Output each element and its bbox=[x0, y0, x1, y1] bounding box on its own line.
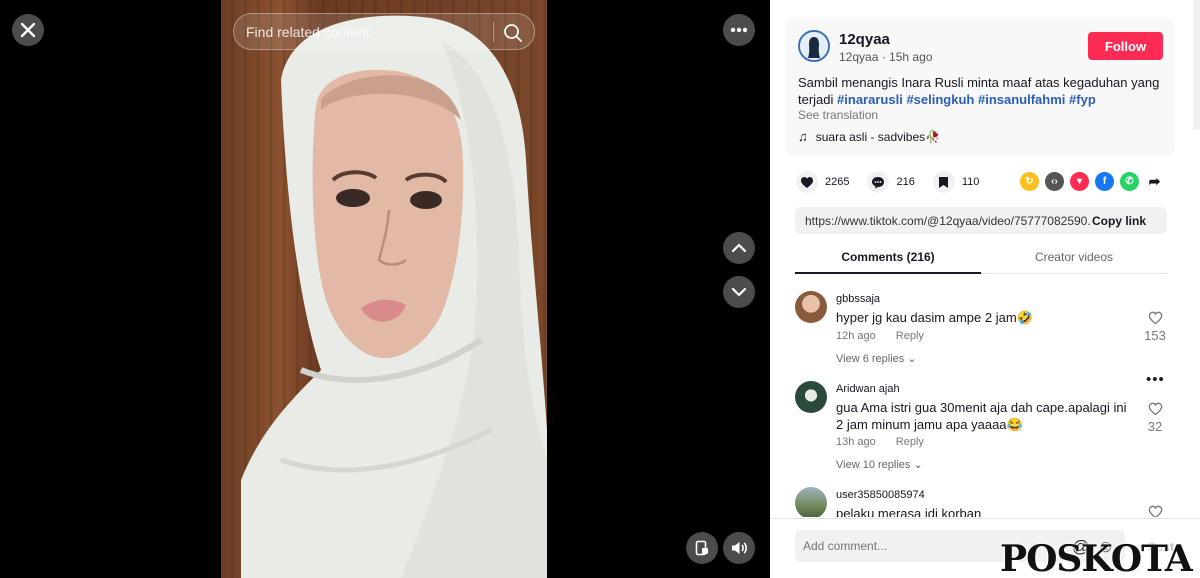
comment-meta: 13h ago Reply bbox=[836, 436, 924, 448]
repost-icon[interactable]: ↻ bbox=[1020, 172, 1039, 191]
comment-time: 12h ago bbox=[836, 330, 876, 342]
panel-scrollbar[interactable] bbox=[1193, 0, 1200, 130]
heart-outline-icon bbox=[1148, 505, 1162, 517]
save-count: 110 bbox=[961, 176, 980, 188]
next-video-button[interactable] bbox=[723, 276, 755, 308]
hashtag[interactable]: #insanulfahmi bbox=[978, 92, 1065, 107]
comment-list: gbbssaja hyper jg kau dasim ampe 2 jam🤣 … bbox=[770, 282, 1190, 517]
see-translation-link[interactable]: See translation bbox=[798, 108, 878, 122]
share-arrow-icon[interactable]: ➦ bbox=[1145, 172, 1164, 191]
commenter-username[interactable]: Aridwan ajah bbox=[836, 383, 900, 395]
comment-text: hyper jg kau dasim ampe 2 jam🤣 bbox=[836, 310, 1033, 325]
facebook-icon[interactable]: f bbox=[1095, 172, 1114, 191]
volume-button[interactable] bbox=[723, 532, 755, 564]
comment-count: 216 bbox=[896, 176, 915, 188]
copy-link-bar: https://www.tiktok.com/@12qyaa/video/757… bbox=[795, 207, 1167, 234]
hashtag[interactable]: #inararusli bbox=[837, 92, 903, 107]
chevron-down-icon: ⌄ bbox=[913, 459, 923, 471]
send-to-friends-icon[interactable]: ▾ bbox=[1070, 172, 1089, 191]
view-replies-label: View 6 replies bbox=[836, 353, 905, 365]
commenter-avatar[interactable] bbox=[795, 381, 827, 413]
comment-like-button[interactable] bbox=[1143, 505, 1167, 517]
more-options-button[interactable] bbox=[723, 14, 755, 46]
bookmark-icon bbox=[932, 171, 955, 193]
search-input[interactable] bbox=[246, 23, 486, 40]
author-username[interactable]: 12qyaa bbox=[839, 31, 890, 48]
more-horizontal-icon bbox=[730, 27, 748, 33]
video-player[interactable] bbox=[221, 0, 547, 578]
comment-action[interactable]: 216 bbox=[867, 171, 915, 193]
embed-icon[interactable]: ‹› bbox=[1045, 172, 1064, 191]
video-frame-image bbox=[241, 15, 547, 578]
search-bar[interactable] bbox=[233, 13, 535, 50]
close-icon bbox=[20, 22, 36, 38]
follow-button[interactable]: Follow bbox=[1088, 32, 1163, 60]
heart-outline-icon bbox=[1148, 402, 1162, 416]
author-avatar[interactable] bbox=[798, 30, 830, 62]
comment-like-button[interactable]: 32 bbox=[1143, 402, 1167, 434]
hashtag[interactable]: #fyp bbox=[1069, 92, 1096, 107]
comment-like-button[interactable]: 153 bbox=[1143, 311, 1167, 343]
like-count: 2265 bbox=[825, 176, 850, 188]
reply-button[interactable]: Reply bbox=[896, 330, 924, 342]
hashtag[interactable]: #selingkuh bbox=[906, 92, 974, 107]
commenter-avatar[interactable] bbox=[795, 487, 827, 517]
floating-player-icon bbox=[695, 540, 708, 556]
view-replies-link[interactable]: View 6 replies ⌄ bbox=[836, 352, 917, 365]
comment-item: gbbssaja hyper jg kau dasim ampe 2 jam🤣 … bbox=[795, 282, 1175, 372]
whatsapp-icon[interactable]: ✆ bbox=[1120, 172, 1139, 191]
comment-time: 13h ago bbox=[836, 436, 876, 448]
chevron-down-icon: ⌄ bbox=[907, 353, 917, 365]
volume-icon bbox=[732, 542, 747, 554]
comment-more-icon[interactable]: ••• bbox=[1146, 371, 1165, 388]
chevron-up-icon bbox=[731, 243, 747, 253]
music-note-icon: ♫ bbox=[798, 129, 808, 144]
save-action[interactable]: 110 bbox=[932, 171, 980, 193]
comment-text: gua Ama istri gua 30menit aja dah cape.a… bbox=[836, 400, 1127, 432]
comment-bubble-icon bbox=[867, 171, 890, 193]
video-viewer bbox=[0, 0, 770, 578]
view-replies-link[interactable]: View 10 replies ⌄ bbox=[836, 458, 923, 471]
music-link[interactable]: ♫ suara asli - sadvibes🥀 bbox=[798, 129, 940, 144]
comment-item: user35850085974 pelaku merasa jdi korban bbox=[795, 478, 1175, 517]
share-options: ↻ ‹› ▾ f ✆ ➦ bbox=[1020, 172, 1164, 191]
search-divider bbox=[493, 22, 494, 42]
heart-outline-icon bbox=[1148, 311, 1162, 325]
commenter-username[interactable]: gbbssaja bbox=[836, 293, 880, 305]
tab-creator-videos[interactable]: Creator videos bbox=[981, 250, 1167, 264]
comment-like-count: 153 bbox=[1144, 328, 1166, 343]
post-info-card: 12qyaa 12qyaa · 15h ago Follow Sambil me… bbox=[786, 17, 1175, 157]
previous-video-button[interactable] bbox=[723, 232, 755, 264]
comment-like-count: 32 bbox=[1147, 419, 1163, 434]
copy-link-button[interactable]: Copy link bbox=[1092, 214, 1146, 228]
search-icon[interactable] bbox=[502, 22, 524, 44]
reply-button[interactable]: Reply bbox=[896, 436, 924, 448]
poskota-watermark: POSKOTA bbox=[1000, 538, 1193, 578]
chevron-down-icon bbox=[731, 287, 747, 297]
details-panel: 12qyaa 12qyaa · 15h ago Follow Sambil me… bbox=[770, 0, 1200, 578]
video-url[interactable]: https://www.tiktok.com/@12qyaa/video/757… bbox=[795, 214, 1090, 228]
active-tab-indicator bbox=[795, 272, 981, 274]
comment-meta: 12h ago Reply bbox=[836, 330, 924, 342]
floating-player-button[interactable] bbox=[686, 532, 718, 564]
comment-text: pelaku merasa jdi korban bbox=[836, 506, 982, 517]
engagement-bar: 2265 216 110 bbox=[796, 171, 997, 193]
close-button[interactable] bbox=[12, 14, 44, 46]
commenter-avatar[interactable] bbox=[795, 291, 827, 323]
view-replies-label: View 10 replies bbox=[836, 459, 911, 471]
post-time: 15h ago bbox=[889, 50, 933, 64]
author-handle: 12qyaa bbox=[839, 50, 879, 64]
panel-tabs: Comments (216) Creator videos bbox=[795, 246, 1167, 274]
commenter-username[interactable]: user35850085974 bbox=[836, 489, 925, 501]
like-action[interactable]: 2265 bbox=[796, 171, 849, 193]
tab-comments[interactable]: Comments (216) bbox=[795, 250, 981, 264]
author-meta: 12qyaa · 15h ago bbox=[839, 50, 933, 64]
heart-icon bbox=[796, 171, 818, 193]
post-description: Sambil menangis Inara Rusli minta maaf a… bbox=[798, 74, 1168, 108]
music-title: suara asli - sadvibes🥀 bbox=[815, 129, 941, 144]
comment-item: Aridwan ajah gua Ama istri gua 30menit a… bbox=[795, 371, 1175, 478]
